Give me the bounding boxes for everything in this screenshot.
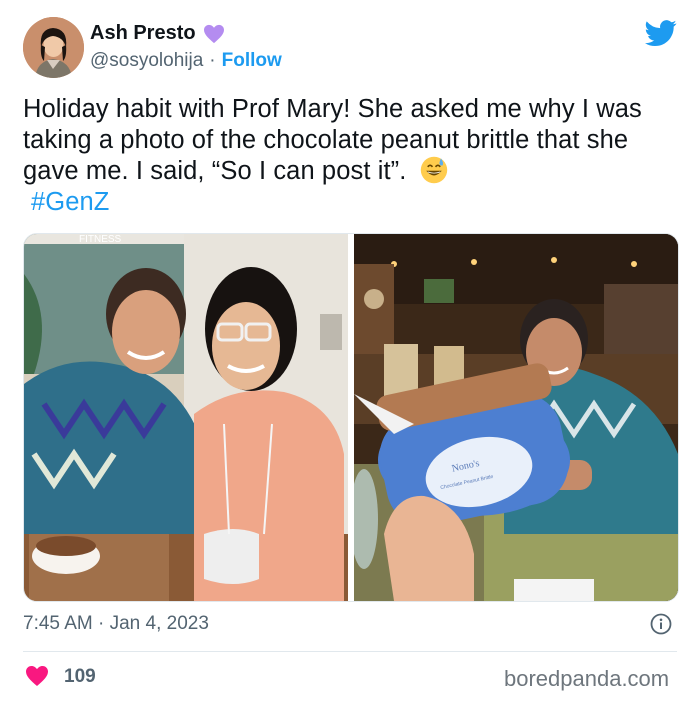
author-display-name[interactable]: Ash Presto	[90, 22, 196, 45]
hashtag-link[interactable]: #GenZ	[31, 188, 109, 216]
tweet-timestamp[interactable]: 7:45 AM · Jan 4, 2023	[23, 613, 209, 635]
tweet-text: Holiday habit with Prof Mary! She asked …	[23, 94, 673, 218]
photo-left[interactable]: FITNESS	[24, 234, 348, 601]
grinning-face-with-sweat-icon	[420, 156, 447, 184]
footer-divider	[23, 651, 677, 652]
author-handle-row: @sosyolohija · Follow	[90, 50, 282, 72]
author-handle[interactable]: @sosyolohija	[90, 50, 203, 72]
separator-dot: ·	[209, 50, 216, 71]
tweet-media: FITNESS Nono's Chocolate Peanut Brittle	[23, 233, 679, 602]
tweet-body: Holiday habit with Prof Mary! She asked …	[23, 95, 642, 185]
follow-button[interactable]: Follow	[222, 50, 282, 72]
watermark: boredpanda.com	[504, 666, 670, 691]
like-count[interactable]: 109	[64, 666, 96, 688]
fitness-sign-text: FITNESS	[79, 234, 122, 245]
author-name-row: Ash Presto	[90, 22, 225, 45]
info-icon[interactable]	[650, 613, 672, 635]
heart-icon[interactable]	[25, 665, 49, 687]
tweet-card: Ash Presto @sosyolohija · Follow Holiday…	[0, 0, 700, 703]
avatar[interactable]	[23, 17, 84, 78]
photo-right[interactable]: Nono's Chocolate Peanut Brittle	[354, 234, 678, 601]
twitter-bird-icon[interactable]	[645, 20, 677, 47]
purple-heart-icon	[203, 24, 224, 43]
